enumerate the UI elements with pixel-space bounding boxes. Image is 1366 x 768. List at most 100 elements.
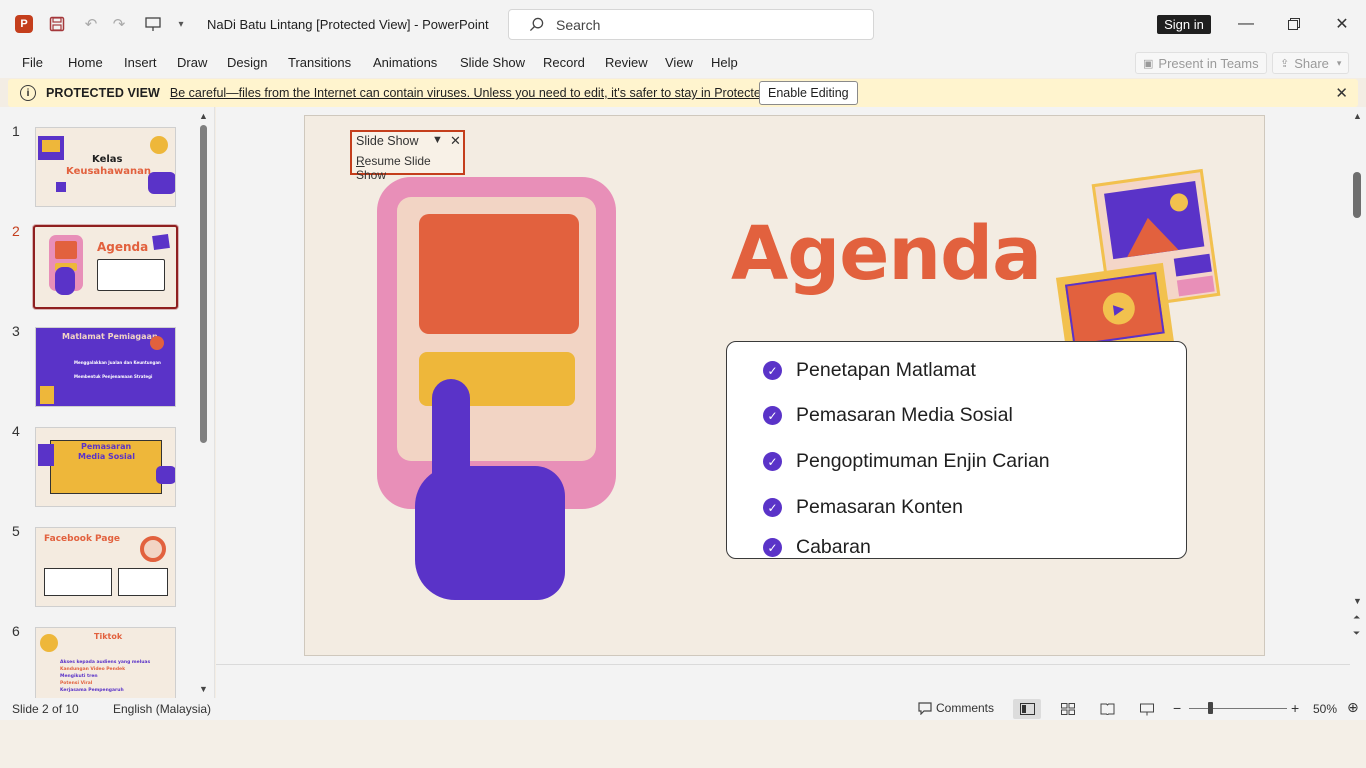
slide-thumbnail-1[interactable]: Kelas Keusahawanan [35,127,176,207]
tab-design[interactable]: Design [227,55,267,70]
fit-to-window-icon[interactable]: ⊕ [1347,699,1359,716]
thumb-title: Matlamat Pemiagaan [62,332,158,341]
agenda-item-text: Cabaran [796,536,871,558]
scroll-down-arrow[interactable]: ▼ [199,684,208,694]
zoom-level[interactable]: 50% [1313,702,1337,716]
language-indicator[interactable]: English (Malaysia) [113,702,211,716]
normal-view-button[interactable] [1013,699,1041,719]
present-in-teams-label: Present in Teams [1158,55,1259,71]
check-circle-icon: ✓ [763,452,782,471]
slide-show-popup: Slide Show ▼ ✕ Resume Slide Show [350,130,465,182]
search-box[interactable]: Search [508,9,874,40]
scroll-up-arrow[interactable]: ▲ [1353,111,1362,121]
mountain-shape [1122,214,1179,258]
restore-icon[interactable] [1282,12,1306,36]
close-window-icon[interactable]: ✕ [1330,12,1354,36]
resume-slide-show-button[interactable]: Resume Slide Show [356,154,463,182]
agenda-item-text: Pengoptimuman Enjin Carian [796,450,1050,472]
thumbnail-scrollbar[interactable] [200,125,207,443]
comments-button[interactable]: Comments [918,701,994,715]
thumb-title: Agenda [97,240,149,254]
search-placeholder: Search [556,16,601,33]
reading-view-button[interactable] [1093,699,1121,719]
tab-help[interactable]: Help [711,55,738,70]
picture-strip [1176,275,1215,297]
slide-thumbnail-2[interactable]: Agenda [33,225,178,309]
slide-title: Agenda [731,211,1042,297]
notes-divider[interactable] [216,664,1350,665]
slide-sorter-button[interactable] [1054,699,1082,719]
title-bar: P ↶ ↷ ▾ NaDi Batu Lintang [Protected Vie… [0,0,1366,48]
thumb-bullet: Mengikuti tren [60,674,98,679]
zoom-slider[interactable] [1189,708,1287,709]
zoom-in-icon[interactable]: + [1291,700,1299,716]
slide-sorter-icon [1061,703,1075,715]
slide-thumbnail-pane: 1 Kelas Keusahawanan 2 Agenda 3 Matlamat… [0,107,215,698]
check-circle-icon: ✓ [763,361,782,380]
sign-in-button[interactable]: Sign in [1157,15,1211,34]
thumb-shape [150,336,164,350]
thumb-shape [56,182,66,192]
slide-thumbnail-5[interactable]: Facebook Page [35,527,176,607]
slide-number: 4 [12,423,20,439]
check-circle-icon: ✓ [763,406,782,425]
redo-icon[interactable]: ↷ [109,14,129,34]
share-button[interactable]: ⇪ Share ▾ [1272,52,1350,74]
scroll-down-arrow[interactable]: ▼ [1353,596,1362,606]
status-bar: Slide 2 of 10 English (Malaysia) Comment… [0,698,1366,720]
thumb-shape [118,568,168,596]
previous-slide-icon[interactable]: ⏶ [1353,612,1360,623]
slide-thumbnail-4[interactable]: Pemasaran Media Sosial [35,427,176,507]
thumb-title: Tiktok [94,632,123,641]
protected-view-message-link[interactable]: Be careful—files from the Internet can c… [170,86,801,100]
thumb-bullet: Kerjasama Pempengaruh [60,688,124,693]
ribbon-tabs: File Home Insert Draw Design Transitions… [0,48,1366,78]
tab-home[interactable]: Home [68,55,103,70]
zoom-out-icon[interactable]: − [1173,700,1181,716]
phone-screen-block-orange [419,214,579,334]
tab-draw[interactable]: Draw [177,55,207,70]
close-icon[interactable]: ✕ [450,133,461,149]
tab-insert[interactable]: Insert [124,55,157,70]
tab-review[interactable]: Review [605,55,648,70]
window-title: NaDi Batu Lintang [Protected View] - Pow… [207,16,489,32]
tab-slide-show[interactable]: Slide Show [460,55,525,70]
present-from-beginning-icon[interactable] [143,14,163,34]
video-screen: ▶ [1064,271,1165,347]
picture-strip [1173,253,1212,277]
agenda-item-text: Pemasaran Media Sosial [796,404,1013,426]
check-circle-icon: ✓ [763,538,782,557]
next-slide-icon[interactable]: ⏷ [1353,628,1360,639]
chevron-down-icon[interactable]: ▼ [432,134,443,146]
slide-thumbnail-6[interactable]: Tiktok Akses kepada audiens yang meluas … [35,627,176,698]
undo-icon[interactable]: ↶ [81,14,101,34]
enable-editing-button[interactable]: Enable Editing [759,81,858,105]
thumb-line: Membentuk Penjenamaan Strategi [74,374,153,379]
agenda-item-text: Pemasaran Konten [796,496,963,518]
reading-view-icon [1100,703,1114,715]
slide-scrollbar[interactable] [1353,172,1361,218]
close-icon[interactable]: ✕ [1335,84,1348,102]
thumb-bullet: Potensi Viral [60,681,93,686]
tab-record[interactable]: Record [543,55,585,70]
present-in-teams-button[interactable]: ▣ Present in Teams [1135,52,1267,74]
customize-toolbar-chevron-icon[interactable]: ▾ [171,14,191,34]
thumb-line: Menggalakkan Jualan dan Keuntungan [74,360,161,365]
thumb-shape [156,466,175,484]
zoom-slider-thumb[interactable] [1208,702,1213,714]
slide-canvas[interactable]: Agenda ▶ ✓ Penetapan Matlamat ✓ Pemasara… [304,115,1265,656]
tab-transitions[interactable]: Transitions [288,55,351,70]
slide-number: 2 [12,223,20,239]
protected-view-title: PROTECTED VIEW [46,86,160,100]
share-label: Share [1294,55,1329,71]
save-icon[interactable] [47,14,67,34]
slide-show-view-icon [1140,703,1154,715]
minimize-icon[interactable]: — [1234,12,1258,36]
tab-view[interactable]: View [665,55,693,70]
slide-thumbnail-3[interactable]: Matlamat Pemiagaan Menggalakkan Jualan d… [35,327,176,407]
scroll-up-arrow[interactable]: ▲ [199,111,208,121]
agenda-item: ✓ Pemasaran Konten [763,496,963,519]
slide-show-view-button[interactable] [1133,699,1161,719]
tab-animations[interactable]: Animations [373,55,437,70]
tab-file[interactable]: File [22,55,43,70]
